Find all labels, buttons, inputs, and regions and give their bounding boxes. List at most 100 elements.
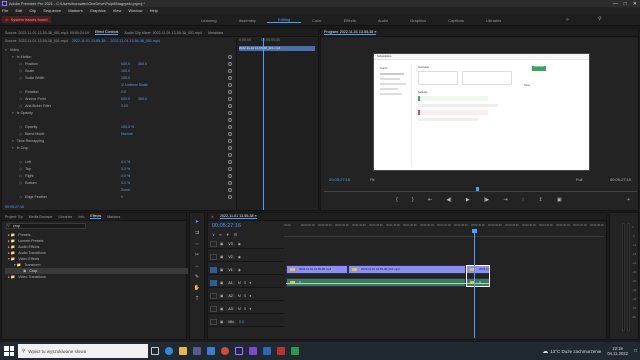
ec-row[interactable]: ◷ Opacity 100.0 % [19, 124, 235, 130]
lock-icon[interactable]: ▣ [220, 242, 223, 246]
tab-libraries[interactable]: Libraries [59, 215, 73, 219]
ec-row-value[interactable]: Zoom [121, 188, 130, 192]
track-source-patch[interactable] [210, 266, 217, 273]
ec-row-value[interactable]: Normal [121, 132, 133, 136]
reset-icon[interactable] [228, 153, 232, 157]
workspace-color[interactable]: Color [301, 18, 333, 23]
solo-icon[interactable]: S [244, 294, 246, 298]
reset-icon[interactable] [228, 111, 232, 115]
tab-media-browser[interactable]: Media Browser [29, 215, 53, 219]
ec-row[interactable]: ▾ fx Opacity [12, 110, 235, 116]
wrench-icon[interactable]: ⚙ [234, 232, 238, 237]
ec-row[interactable]: ▾ Time Remapping [12, 138, 235, 144]
ripple-edit-icon[interactable]: ⇔ [195, 241, 200, 247]
microphone-icon[interactable]: ● [249, 281, 251, 285]
track-header[interactable]: ▣ V1 ◉ [208, 265, 284, 275]
lock-icon[interactable]: ▣ [220, 294, 223, 298]
timeline-ruler[interactable]: 00:00 00:00:15:00 00:00:30:00 00:00:45:00 00… [284, 223, 604, 237]
premiere-taskbar-icon[interactable] [235, 347, 243, 355]
ec-row[interactable] [19, 117, 235, 123]
program-video-frame[interactable]: Subscription Search Overview Settings Ad… [373, 53, 590, 171]
ec-row-value[interactable]: 0 [121, 195, 123, 199]
ec-row[interactable]: ◷ Right 0.0 % [19, 173, 235, 179]
reset-icon[interactable] [228, 195, 232, 199]
search-icon[interactable]: ⚲ [598, 16, 602, 22]
ec-row[interactable]: ◷ Top 0.0 % [19, 166, 235, 172]
reset-icon[interactable] [228, 125, 232, 129]
ec-master-clip[interactable]: Source: 2022-11-01 13-55-38_001.mp4 [5, 39, 68, 45]
mark-in-icon[interactable]: { [396, 197, 398, 205]
lock-icon[interactable]: ▣ [220, 281, 223, 285]
ec-clip-bar[interactable]: 2022-11-01 13-55-38_001.mp4 [239, 46, 315, 51]
microphone-icon[interactable]: ● [249, 307, 251, 311]
play-icon[interactable]: ▶ [466, 197, 470, 205]
timeline-playhead[interactable] [474, 230, 475, 338]
stopwatch-icon[interactable]: ◷ [19, 90, 22, 94]
reset-icon[interactable] [228, 139, 232, 143]
playhead-handle[interactable] [472, 229, 477, 233]
ec-row[interactable] [19, 152, 235, 158]
go-to-out-icon[interactable]: ⇥ [503, 197, 507, 205]
program-scrubber[interactable] [324, 187, 637, 192]
stopwatch-icon[interactable]: ◷ [19, 167, 22, 171]
mute-icon[interactable]: M [238, 294, 241, 298]
stopwatch-icon[interactable]: ◷ [19, 69, 22, 73]
menu-clip[interactable]: Clip [29, 8, 36, 13]
lock-icon[interactable]: ▣ [220, 255, 223, 259]
menu-help[interactable]: Help [150, 8, 158, 13]
ec-row-value[interactable]: 0.0 % [121, 174, 130, 178]
reset-icon[interactable] [228, 188, 232, 192]
mail-icon[interactable] [207, 347, 215, 355]
file-explorer-icon[interactable] [179, 347, 187, 355]
track-select-icon[interactable]: ⇉ [195, 230, 199, 236]
menu-markers[interactable]: Markers [68, 8, 82, 13]
ec-row[interactable]: ◷ Bottom 0.0 % [19, 180, 235, 186]
ec-playhead[interactable] [263, 38, 264, 210]
stopwatch-icon[interactable]: ◷ [19, 104, 22, 108]
track-header[interactable]: ▣ V2 ◉ [208, 252, 284, 262]
app-icon-green[interactable] [291, 347, 299, 355]
browser-icon[interactable] [165, 347, 173, 355]
ec-row-value[interactable]: 100.0 [121, 69, 130, 73]
stopwatch-icon[interactable]: ◷ [19, 181, 22, 185]
track-header[interactable]: ▣ V3 ◉ [208, 239, 284, 249]
stopwatch-icon[interactable]: ◷ [19, 174, 22, 178]
ec-row-value-2[interactable]: 360.0 [138, 97, 147, 101]
ec-row[interactable]: ▾ Video [5, 47, 235, 53]
lock-icon[interactable]: ▣ [220, 307, 223, 311]
stopwatch-icon[interactable]: ◷ [19, 195, 22, 199]
taskbar-search-box[interactable]: ⚲ Wpisz tu wyszukiwane słowa [18, 344, 148, 358]
system-alert[interactable]: ⚠ System issues found [2, 16, 51, 23]
reset-icon[interactable] [228, 146, 232, 150]
tab-markers[interactable]: Markers [107, 215, 120, 219]
maximize-icon[interactable]: □ [624, 1, 627, 7]
reset-icon[interactable] [228, 90, 232, 94]
workspace-audio[interactable]: Audio [367, 18, 399, 23]
ec-row-value[interactable]: 100.0 % [121, 125, 134, 129]
ec-row-value[interactable]: ☑ Uniform Scale [121, 83, 148, 87]
lock-icon[interactable]: ▣ [220, 320, 223, 324]
go-to-in-icon[interactable]: ⇤ [428, 197, 432, 205]
add-button-icon[interactable]: + [627, 197, 630, 203]
mix-value[interactable]: 0.0 [239, 320, 244, 324]
reset-icon[interactable] [228, 69, 232, 73]
ec-row-value[interactable]: 0.0 % [121, 160, 130, 164]
workspace-captions[interactable]: Captions [437, 18, 475, 23]
menu-view[interactable]: View [113, 8, 122, 13]
ec-row[interactable]: ◷ Rotation 0.0 [19, 89, 235, 95]
stopwatch-icon[interactable]: ◷ [19, 76, 22, 80]
razor-tool-icon[interactable]: ✂ [195, 252, 199, 258]
weather-icon[interactable]: ☁ [542, 348, 548, 355]
effects-search-input[interactable]: crop [6, 223, 86, 229]
tab-info[interactable]: Info [78, 215, 84, 219]
minimize-icon[interactable]: — [613, 1, 618, 7]
type-tool-icon[interactable]: T [195, 296, 198, 302]
track-header[interactable]: ▣ A1 M S ● [208, 278, 284, 288]
ec-row[interactable]: ◷ Anti-flicker Filter 0.00 [19, 103, 235, 109]
close-icon[interactable]: ✕ [633, 1, 637, 7]
add-marker-icon[interactable]: ▼ [226, 232, 230, 237]
track-source-patch[interactable] [210, 279, 217, 286]
microphone-icon[interactable]: ● [249, 294, 251, 298]
workspace-editing[interactable]: Editing [266, 17, 302, 23]
reset-icon[interactable] [228, 174, 232, 178]
